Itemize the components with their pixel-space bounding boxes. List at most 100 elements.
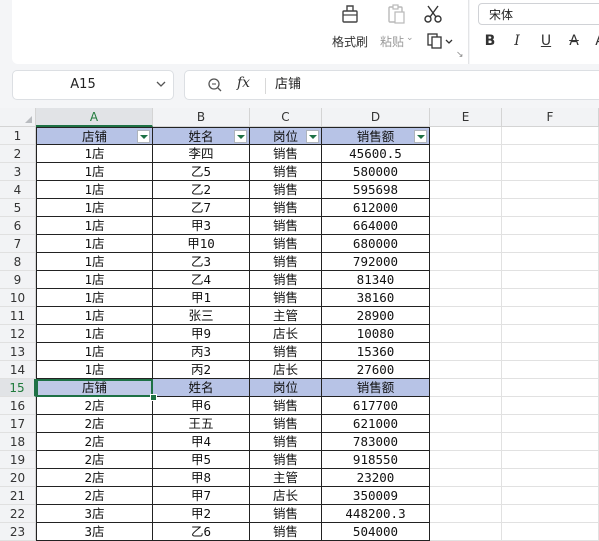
cell[interactable]: 姓名 <box>153 379 250 397</box>
cell[interactable]: 580000 <box>322 163 430 181</box>
cell[interactable] <box>502 343 599 361</box>
cell[interactable]: 销售 <box>250 289 322 307</box>
cell[interactable]: 甲2 <box>153 505 250 523</box>
fill-handle[interactable] <box>150 394 157 401</box>
cell[interactable] <box>430 415 502 433</box>
cell[interactable]: 504000 <box>322 523 430 541</box>
filter-dropdown-icon[interactable] <box>137 130 150 143</box>
cell[interactable]: 销售 <box>250 199 322 217</box>
cell[interactable] <box>430 253 502 271</box>
cell[interactable]: 1店 <box>36 343 153 361</box>
cell[interactable]: 595698 <box>322 181 430 199</box>
cell[interactable]: 销售 <box>250 415 322 433</box>
column-header-f[interactable]: F <box>502 108 599 127</box>
cell[interactable] <box>430 307 502 325</box>
row-header-4[interactable]: 4 <box>0 181 36 199</box>
cell[interactable] <box>502 289 599 307</box>
underline-button[interactable]: U <box>536 31 556 51</box>
cell[interactable] <box>430 361 502 379</box>
row-header-7[interactable]: 7 <box>0 235 36 253</box>
cell[interactable] <box>430 397 502 415</box>
cell[interactable]: 792000 <box>322 253 430 271</box>
cell[interactable]: 38160 <box>322 289 430 307</box>
cell[interactable] <box>430 379 502 397</box>
cell[interactable] <box>430 289 502 307</box>
cell[interactable] <box>502 307 599 325</box>
cell[interactable] <box>430 199 502 217</box>
column-header-c[interactable]: C <box>250 108 322 127</box>
row-header-18[interactable]: 18 <box>0 433 36 451</box>
select-all-corner[interactable] <box>0 108 36 127</box>
cell[interactable] <box>430 505 502 523</box>
row-header-13[interactable]: 13 <box>0 343 36 361</box>
cell[interactable] <box>502 361 599 379</box>
cell[interactable] <box>430 271 502 289</box>
cell[interactable]: 主管 <box>250 469 322 487</box>
column-header-a[interactable]: A <box>36 108 153 127</box>
row-header-22[interactable]: 22 <box>0 505 36 523</box>
paste-icon[interactable] <box>384 2 408 26</box>
cell[interactable]: 乙6 <box>153 523 250 541</box>
cell[interactable]: 甲1 <box>153 289 250 307</box>
row-header-17[interactable]: 17 <box>0 415 36 433</box>
cell[interactable] <box>502 127 599 145</box>
cell[interactable]: 主管 <box>250 307 322 325</box>
cell[interactable]: 甲9 <box>153 325 250 343</box>
cell[interactable]: 1店 <box>36 325 153 343</box>
cell[interactable]: 2店 <box>36 469 153 487</box>
cell[interactable]: 丙3 <box>153 343 250 361</box>
cell[interactable]: 销售 <box>250 181 322 199</box>
cell[interactable]: 680000 <box>322 235 430 253</box>
cell[interactable]: 1店 <box>36 289 153 307</box>
cell[interactable]: 销售额 <box>322 379 430 397</box>
header-cell[interactable]: 岗位 <box>250 127 322 145</box>
cell[interactable]: 丙2 <box>153 361 250 379</box>
column-header-b[interactable]: B <box>153 108 250 127</box>
cell[interactable] <box>502 217 599 235</box>
row-header-23[interactable]: 23 <box>0 523 36 541</box>
cell[interactable]: 乙3 <box>153 253 250 271</box>
cell[interactable]: 甲8 <box>153 469 250 487</box>
cell[interactable]: 王五 <box>153 415 250 433</box>
cell[interactable]: 612000 <box>322 199 430 217</box>
cell[interactable]: 2店 <box>36 487 153 505</box>
header-cell[interactable]: 销售额 <box>322 127 430 145</box>
formula-input[interactable]: fx 店铺 <box>184 70 599 100</box>
row-header-9[interactable]: 9 <box>0 271 36 289</box>
font-name-box[interactable]: 宋体 <box>478 3 599 25</box>
cell[interactable]: 1店 <box>36 235 153 253</box>
cell[interactable]: 1店 <box>36 199 153 217</box>
cell[interactable]: 店长 <box>250 487 322 505</box>
cell[interactable] <box>430 217 502 235</box>
column-header-d[interactable]: D <box>322 108 430 127</box>
cell[interactable]: 销售 <box>250 271 322 289</box>
cell[interactable]: 销售 <box>250 505 322 523</box>
row-header-3[interactable]: 3 <box>0 163 36 181</box>
cell[interactable] <box>430 451 502 469</box>
cell[interactable] <box>430 523 502 541</box>
cell[interactable] <box>430 487 502 505</box>
cell[interactable]: 23200 <box>322 469 430 487</box>
filter-dropdown-icon[interactable] <box>234 130 247 143</box>
row-header-15[interactable]: 15 <box>0 379 36 397</box>
row-header-12[interactable]: 12 <box>0 325 36 343</box>
format-painter-label[interactable]: 格式刷 <box>332 33 368 50</box>
cell[interactable] <box>502 325 599 343</box>
bold-button[interactable]: B <box>480 31 500 51</box>
cell[interactable] <box>430 433 502 451</box>
row-header-21[interactable]: 21 <box>0 487 36 505</box>
cell[interactable] <box>430 181 502 199</box>
fx-icon[interactable]: fx <box>237 75 250 91</box>
cell[interactable]: 乙7 <box>153 199 250 217</box>
cell[interactable]: 乙2 <box>153 181 250 199</box>
cell[interactable]: 1店 <box>36 217 153 235</box>
font-color-button[interactable]: A <box>590 31 599 51</box>
cell[interactable]: 销售 <box>250 433 322 451</box>
row-header-1[interactable]: 1 <box>0 127 36 145</box>
cell[interactable]: 岗位 <box>250 379 322 397</box>
cell[interactable]: 甲6 <box>153 397 250 415</box>
cell[interactable]: 45600.5 <box>322 145 430 163</box>
paste-label[interactable]: 粘贴 <box>380 33 404 50</box>
cell[interactable] <box>502 469 599 487</box>
row-header-11[interactable]: 11 <box>0 307 36 325</box>
